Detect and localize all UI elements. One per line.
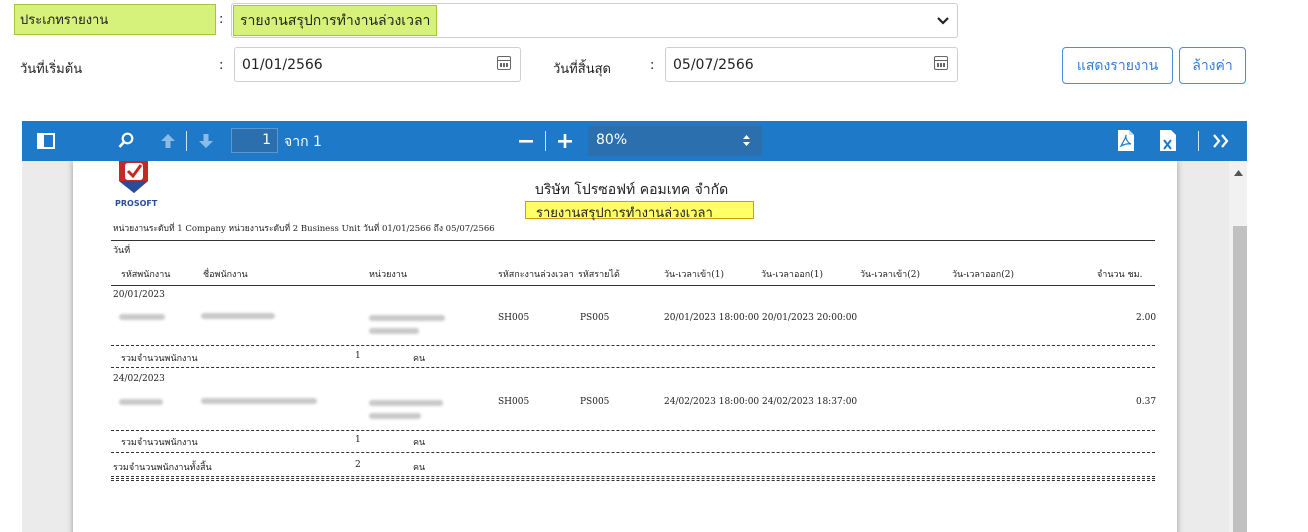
time-in-1: 24/02/2023 18:00:00 [664,397,760,407]
subtotal-label: รวมจำนวนพนักงาน [121,354,198,364]
ot-hours: 0.37 [1136,397,1157,407]
subtotal-count: 1 [355,351,361,361]
report-viewer-toolbar: 1 จาก 1 80% [22,121,1247,161]
calendar-icon[interactable] [934,56,948,70]
income-code: PS005 [580,397,610,407]
col-emp-code: รหัสพนักงาน [121,270,171,280]
col-income-code: รหัสรายได้ [578,270,620,280]
ot-shift-code: SH005 [498,397,530,407]
col-emp-name: ชื่อพนักงาน [203,270,248,280]
ot-shift-code: SH005 [498,313,530,323]
vertical-scrollbar[interactable] [1229,161,1247,532]
arrow-down-icon[interactable] [198,133,214,149]
blurred-department [369,315,445,321]
pdf-export-icon[interactable] [1117,129,1135,152]
col-ot-shift: รหัสกะงานล่วงเวลา [498,270,574,280]
group-date: 20/01/2023 [113,290,165,300]
col-out2: วัน-เวลาออก(2) [952,270,1014,280]
start-date-value: 01/01/2566 [242,56,323,73]
subtotal-unit: คน [413,354,426,364]
date-column-header: วันที่ [113,246,131,256]
subtotal-unit: คน [413,438,426,448]
calendar-icon[interactable] [497,56,511,70]
prosoft-logo-icon [119,161,148,193]
end-date-value: 05/07/2566 [673,56,754,73]
search-icon[interactable] [118,132,134,149]
end-date-input[interactable]: 05/07/2566 [665,47,958,82]
zoom-out-icon[interactable] [518,133,534,149]
zoom-value: 80% [596,132,628,148]
sidebar-toggle-icon[interactable] [37,133,55,149]
start-date-input[interactable]: 01/01/2566 [234,47,521,82]
filter-line: หน่วยงานระดับที่ 1 Company หน่วยงานระดับ… [113,224,495,234]
report-type-colon: : [219,12,224,27]
income-code: PS005 [580,313,610,323]
start-date-colon: : [219,58,224,73]
report-title: รายงานสรุปการทำงานล่วงเวลา [536,206,713,221]
page-current: 1 [262,132,271,148]
blurred-department [369,400,443,406]
updown-arrows-icon [743,135,750,146]
zoom-in-icon[interactable] [557,133,573,149]
blurred-emp-code [119,314,165,320]
page-number-input[interactable]: 1 [231,128,278,153]
scrollbar-thumb[interactable] [1233,226,1247,532]
subtotal-count: 1 [355,435,361,445]
blurred-department-line2 [369,413,421,419]
col-in2: วัน-เวลาเข้า(2) [860,270,920,280]
logo-text: PROSOFT [115,199,158,208]
report-type-select[interactable]: รายงานสรุปการทำงานล่วงเวลา [231,3,958,38]
zoom-select[interactable]: 80% [588,126,762,156]
grand-total-unit: คน [413,463,426,473]
chevron-down-icon [937,17,949,25]
time-out-1: 20/01/2023 20:00:00 [762,313,858,323]
report-type-label-box: ประเภทรายงาน [14,4,216,35]
blurred-emp-name [201,398,317,404]
end-date-label: วันที่สิ้นสุด [553,62,611,77]
report-viewer[interactable]: PROSOFT บริษัท โปรซอฟท์ คอมเทค จำกัด ราย… [22,161,1247,532]
grand-total-label: รวมจำนวนพนักงานทั้งสิ้น [113,463,212,473]
time-out-1: 24/02/2023 18:37:00 [762,397,858,407]
start-date-label: วันที่เริ่มต้น [20,62,83,77]
col-out1: วัน-เวลาออก(1) [761,270,823,280]
group-date: 24/02/2023 [113,374,165,384]
scroll-up-arrow-icon[interactable] [1234,170,1243,176]
show-report-button[interactable]: แสดงรายงาน [1062,47,1173,84]
blurred-emp-code [119,399,163,405]
col-hours: จำนวน ชม. [1097,270,1143,280]
arrow-up-icon[interactable] [160,133,176,149]
report-type-label: ประเภทรายงาน [20,13,109,28]
subtotal-label: รวมจำนวนพนักงาน [121,438,198,448]
ot-hours: 2.00 [1136,313,1157,323]
blurred-emp-name [201,313,275,319]
company-name: บริษัท โปรซอฟท์ คอมเทค จำกัด [535,182,729,198]
end-date-colon: : [650,58,655,73]
blurred-department-line2 [369,328,419,334]
excel-export-icon[interactable] [1159,129,1177,152]
page-of-label: จาก 1 [284,134,322,150]
col-in1: วัน-เวลาเข้า(1) [664,270,724,280]
report-page: PROSOFT บริษัท โปรซอฟท์ คอมเทค จำกัด ราย… [73,161,1177,532]
report-type-value: รายงานสรุปการทำงานล่วงเวลา [240,12,431,29]
grand-total-count: 2 [355,460,361,470]
clear-button[interactable]: ล้างค่า [1179,47,1246,84]
time-in-1: 20/01/2023 18:00:00 [664,313,760,323]
col-department: หน่วยงาน [369,270,408,280]
report-type-selected: รายงานสรุปการทำงานล่วงเวลา [233,5,437,36]
more-icon[interactable] [1213,134,1229,148]
